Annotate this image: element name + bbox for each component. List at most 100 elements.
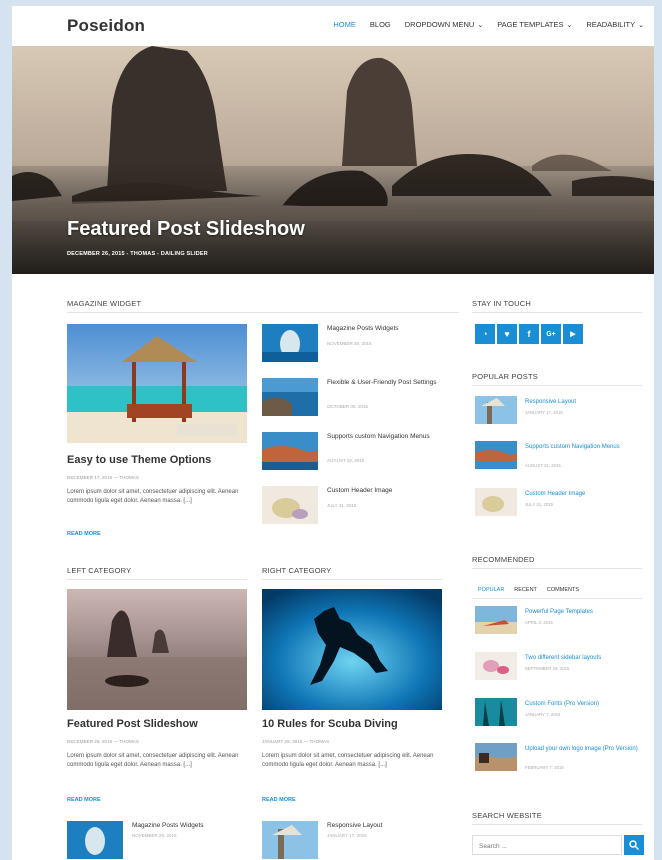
recommended-tabs: POPULAR RECENT COMMENTS [478, 587, 589, 593]
recommended-title: RECOMMENDED [472, 555, 535, 564]
search-form [472, 835, 622, 855]
post-title[interactable]: Responsive Layout [525, 398, 640, 407]
post-date: JANUARY 17, 2015 [525, 410, 563, 415]
post-thumbnail[interactable] [475, 606, 517, 634]
popular-posts-title: POPULAR POSTS [472, 372, 538, 381]
chevron-down-icon: ⌄ [477, 22, 484, 29]
post-meta: DECEMBER 26, 2015 — THOMAS [67, 739, 139, 744]
post-thumbnail[interactable] [262, 821, 318, 859]
twitter-icon[interactable]: ♥ [497, 324, 517, 344]
nav-label: PAGE TEMPLATES [497, 20, 564, 29]
post-title[interactable]: Two different sidebar layouts [525, 654, 640, 663]
search-website-title: SEARCH WEBSITE [472, 811, 542, 820]
post-excerpt: Lorem ipsum dolor sit amet, consectetuer… [67, 753, 239, 768]
post-thumbnail[interactable] [262, 486, 318, 524]
post-date: OCTOBER 30, 2015 [327, 404, 368, 409]
post-excerpt: Lorem ipsum dolor sit amet, consectetuer… [67, 489, 239, 504]
post-thumbnail[interactable] [262, 378, 318, 416]
post-thumbnail-beach[interactable] [67, 324, 247, 443]
divider [262, 579, 442, 580]
post-thumbnail[interactable] [475, 652, 517, 680]
nav-label: BLOG [369, 20, 391, 29]
post-date: APRIL 3, 2015 [525, 620, 553, 625]
nav-label: READABILITY [586, 20, 636, 29]
page: Poseidon HOME BLOG DROPDOWN MENU ⌄ PAGE T… [12, 6, 654, 860]
post-date: NOVEMBER 29, 2015 [132, 833, 177, 838]
divider [472, 568, 642, 569]
post-title[interactable]: Featured Post Slideshow [67, 718, 198, 730]
read-more-link[interactable]: READ MORE [67, 797, 101, 803]
search-input[interactable] [479, 840, 615, 852]
nav-label: DROPDOWN MENU [404, 20, 475, 29]
post-date: JANUARY 17, 2015 [327, 833, 367, 838]
featured-slideshow[interactable]: Featured Post Slideshow DECEMBER 26, 201… [12, 46, 654, 274]
left-category-title: LEFT CATEGORY [67, 566, 132, 575]
post-thumbnail[interactable] [475, 396, 517, 424]
post-date: JULY 31, 2015 [327, 503, 357, 508]
post-title[interactable]: Easy to use Theme Options [67, 454, 211, 466]
post-thumbnail[interactable] [475, 441, 517, 469]
post-thumbnail[interactable] [262, 324, 318, 362]
post-thumbnail[interactable] [475, 488, 517, 516]
post-title[interactable]: Custom Fonts (Pro Version) [525, 700, 640, 709]
post-date: AUGUST 22, 2015 [327, 458, 365, 463]
post-meta: DECEMBER 17, 2015 — THOMAS [67, 475, 139, 480]
post-thumbnail[interactable] [262, 432, 318, 470]
youtube-icon[interactable]: ▶ [563, 324, 583, 344]
googleplus-icon[interactable]: G+ [541, 324, 561, 344]
post-date: SEPTEMBER 18, 2015 [525, 666, 570, 671]
hero-title[interactable]: Featured Post Slideshow [67, 218, 305, 241]
magazine-widget-title: MAGAZINE WIDGET [67, 299, 142, 308]
nav-item-home[interactable]: HOME [333, 20, 356, 29]
post-title[interactable]: Custom Header Image [327, 486, 437, 495]
divider [67, 579, 247, 580]
post-thumbnail[interactable] [67, 821, 123, 859]
post-excerpt: Lorem ipsum dolor sit amet, consectetuer… [262, 753, 434, 768]
stay-in-touch-title: STAY IN TOUCH [472, 299, 532, 308]
post-date: JULY 31, 2015 [525, 502, 554, 507]
post-title[interactable]: Magazine Posts Widgets [327, 324, 437, 333]
read-more-link[interactable]: READ MORE [262, 797, 296, 803]
nav-item-blog[interactable]: BLOG [370, 20, 391, 29]
post-title[interactable]: Supports custom Navigation Menus [327, 432, 437, 441]
tab-comments[interactable]: COMMENTS [547, 587, 579, 593]
post-date: JANUARY 7, 2015 [525, 712, 561, 717]
post-thumbnail-rocks[interactable] [67, 589, 247, 710]
chevron-down-icon: ⌄ [638, 22, 644, 29]
post-title[interactable]: Magazine Posts Widgets [132, 821, 242, 830]
read-more-link[interactable]: READ MORE [67, 531, 101, 537]
divider [472, 824, 642, 825]
post-date: AUGUST 22, 2015 [525, 463, 561, 468]
hero-meta: DECEMBER 26, 2015 - THOMAS - DAILING SLI… [67, 251, 208, 257]
divider [472, 598, 642, 599]
nav-item-dropdown-menu[interactable]: DROPDOWN MENU ⌄ [405, 20, 483, 29]
post-thumbnail[interactable] [475, 698, 517, 726]
post-title[interactable]: Supports custom Navigation Menus [525, 443, 640, 452]
post-title[interactable]: 10 Rules for Scuba Diving [262, 718, 398, 730]
divider [472, 385, 642, 386]
site-header: Poseidon HOME BLOG DROPDOWN MENU ⌄ PAGE T… [12, 6, 654, 46]
post-title[interactable]: Responsive Layout [327, 821, 437, 830]
tab-popular[interactable]: POPULAR [478, 587, 504, 593]
post-date: FEBRUARY 7, 2015 [525, 765, 564, 770]
post-date: NOVEMBER 29, 2015 [327, 341, 372, 346]
post-meta: JANUARY 29, 2015 — THOMAS [262, 739, 330, 744]
post-thumbnail[interactable] [475, 743, 517, 771]
rss-icon[interactable]: ◔ [475, 324, 495, 344]
post-title[interactable]: Custom Header Image [525, 490, 640, 499]
post-title[interactable]: Powerful Page Templates [525, 608, 640, 617]
divider [472, 312, 642, 313]
main-navigation: HOME BLOG DROPDOWN MENU ⌄ PAGE TEMPLATES ⌄… [319, 20, 644, 29]
post-thumbnail-diver[interactable] [262, 589, 442, 710]
chevron-down-icon: ⌄ [566, 22, 573, 29]
nav-item-page-templates[interactable]: PAGE TEMPLATES ⌄ [497, 20, 572, 29]
divider [67, 312, 459, 313]
search-button[interactable] [624, 835, 644, 855]
nav-item-readability[interactable]: READABILITY ⌄ [586, 20, 644, 29]
post-title[interactable]: Upload your own logo image (Pro Version) [525, 745, 640, 754]
right-category-title: RIGHT CATEGORY [262, 566, 332, 575]
post-title[interactable]: Flexible & User-Friendly Post Settings [327, 378, 437, 387]
facebook-icon[interactable]: f [519, 324, 539, 344]
site-title[interactable]: Poseidon [67, 16, 145, 36]
tab-recent[interactable]: RECENT [514, 587, 537, 593]
